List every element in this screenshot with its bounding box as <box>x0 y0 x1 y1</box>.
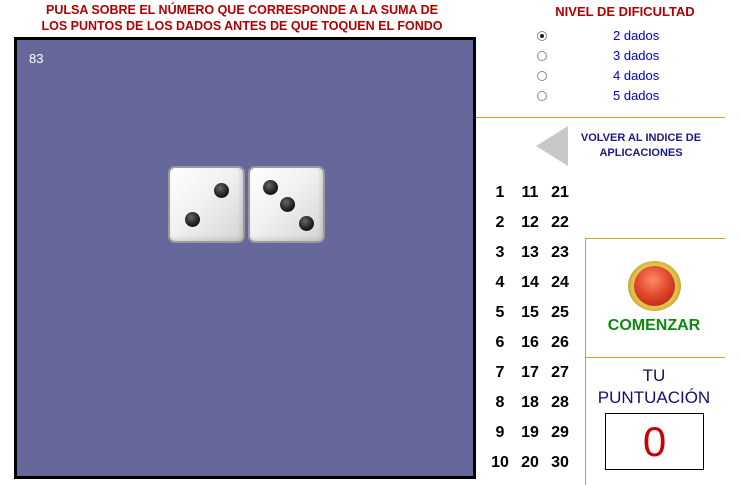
number-button[interactable]: 8 <box>487 394 513 412</box>
number-button[interactable]: 30 <box>547 454 573 472</box>
die-2-pip <box>299 216 314 231</box>
die-2 <box>248 166 325 243</box>
difficulty-option-2[interactable]: 2 dados <box>537 28 717 46</box>
number-button[interactable]: 11 <box>517 184 543 202</box>
score-box: 0 <box>605 413 704 470</box>
number-button[interactable]: 13 <box>517 244 543 262</box>
divider <box>585 357 725 358</box>
difficulty-option-label: 3 dados <box>613 48 660 63</box>
number-button[interactable]: 21 <box>547 184 573 202</box>
die-1-pip <box>185 212 200 227</box>
divider <box>585 238 586 485</box>
difficulty-option-label: 5 dados <box>613 88 660 103</box>
back-to-index-link[interactable]: VOLVER AL INDICE DE APLICACIONES <box>570 131 712 161</box>
number-button[interactable]: 24 <box>547 274 573 292</box>
radio-button[interactable] <box>537 51 547 61</box>
score-value: 0 <box>642 418 667 465</box>
difficulty-option-3[interactable]: 3 dados <box>537 48 717 66</box>
number-button[interactable]: 16 <box>517 334 543 352</box>
number-button[interactable]: 6 <box>487 334 513 352</box>
difficulty-option-label: 2 dados <box>613 28 660 43</box>
back-arrow-icon[interactable] <box>536 126 568 166</box>
radio-button[interactable] <box>537 31 547 41</box>
die-1-pip <box>214 183 229 198</box>
number-button[interactable]: 20 <box>517 454 543 472</box>
number-button[interactable]: 26 <box>547 334 573 352</box>
score-title-line1: TU <box>642 366 666 385</box>
back-link-line2: APLICACIONES <box>599 147 683 159</box>
number-button[interactable]: 25 <box>547 304 573 322</box>
difficulty-option-label: 4 dados <box>613 68 660 83</box>
number-button[interactable]: 22 <box>547 214 573 232</box>
instructions-line1: PULSA SOBRE EL NÚMERO QUE CORRESPONDE A … <box>46 3 438 17</box>
radio-button[interactable] <box>537 91 547 101</box>
number-button[interactable]: 27 <box>547 364 573 382</box>
game-area: 83 <box>14 37 476 479</box>
number-button[interactable]: 29 <box>547 424 573 442</box>
die-1 <box>168 166 245 243</box>
difficulty-title: NIVEL DE DIFICULTAD <box>555 4 695 19</box>
score-title: TU PUNTUACIÓN <box>586 365 722 409</box>
number-button[interactable]: 12 <box>517 214 543 232</box>
number-button[interactable]: 2 <box>487 214 513 232</box>
number-button[interactable]: 18 <box>517 394 543 412</box>
number-button[interactable]: 14 <box>517 274 543 292</box>
difficulty-option-4[interactable]: 4 dados <box>537 68 717 86</box>
number-button[interactable]: 19 <box>517 424 543 442</box>
die-2-pip <box>263 180 278 195</box>
divider <box>476 117 725 118</box>
number-button[interactable]: 3 <box>487 244 513 262</box>
timer: 83 <box>29 51 44 66</box>
instructions-line2: LOS PUNTOS DE LOS DADOS ANTES DE QUE TOQ… <box>41 19 443 33</box>
number-button[interactable]: 1 <box>487 184 513 202</box>
number-button[interactable]: 23 <box>547 244 573 262</box>
score-title-line2: PUNTUACIÓN <box>597 388 711 407</box>
instructions: PULSA SOBRE EL NÚMERO QUE CORRESPONDE A … <box>14 2 470 34</box>
number-button[interactable]: 15 <box>517 304 543 322</box>
back-link-line1: VOLVER AL INDICE DE <box>580 132 702 144</box>
divider <box>585 238 725 239</box>
number-button[interactable]: 10 <box>487 454 513 472</box>
number-button[interactable]: 5 <box>487 304 513 322</box>
start-button[interactable] <box>628 261 681 311</box>
number-button[interactable]: 7 <box>487 364 513 382</box>
difficulty-option-5[interactable]: 5 dados <box>537 88 717 106</box>
radio-button[interactable] <box>537 71 547 81</box>
number-button[interactable]: 4 <box>487 274 513 292</box>
die-2-pip <box>280 197 295 212</box>
number-button[interactable]: 9 <box>487 424 513 442</box>
start-button-core[interactable] <box>634 266 675 306</box>
number-button[interactable]: 17 <box>517 364 543 382</box>
number-button[interactable]: 28 <box>547 394 573 412</box>
start-label[interactable]: COMENZAR <box>588 317 720 335</box>
